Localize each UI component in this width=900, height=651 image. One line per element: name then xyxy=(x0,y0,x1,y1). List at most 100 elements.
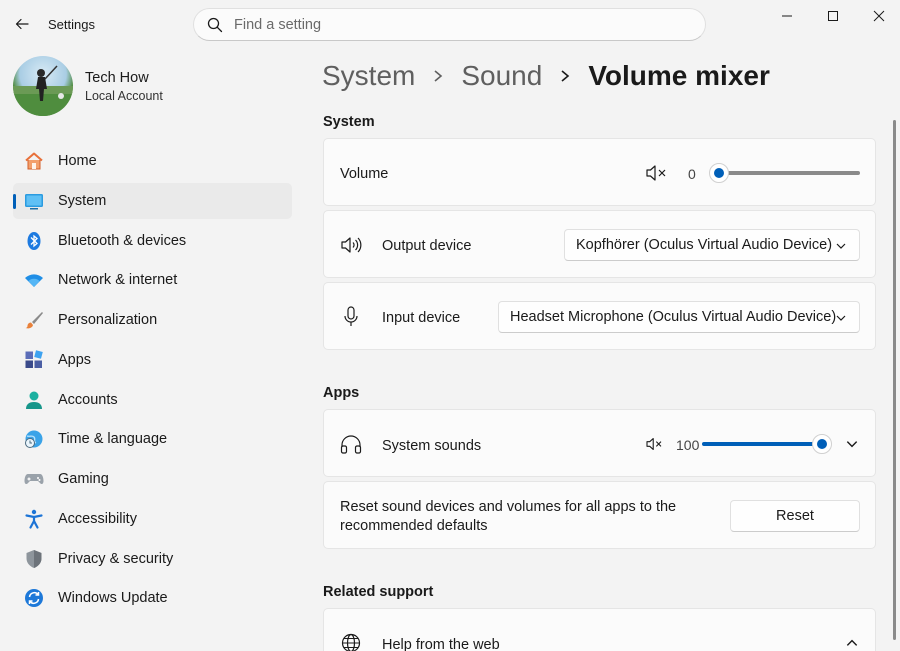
section-title-system: System xyxy=(323,114,375,130)
scrollbar[interactable] xyxy=(893,120,896,640)
volume-card: Volume 0 xyxy=(323,138,876,206)
breadcrumb-sound[interactable]: Sound xyxy=(461,60,542,92)
sidebar-item-label: Personalization xyxy=(58,312,158,328)
home-icon xyxy=(23,150,45,172)
close-icon xyxy=(873,10,885,22)
chevron-right-icon xyxy=(559,69,571,83)
speaker-muted-icon xyxy=(646,165,666,181)
minimize-icon xyxy=(782,15,792,17)
sidebar-item-label: Bluetooth & devices xyxy=(58,232,187,249)
sidebar-item-label: Apps xyxy=(58,351,92,368)
bluetooth-icon xyxy=(23,230,45,252)
accounts-icon xyxy=(23,389,45,411)
maximize-button[interactable] xyxy=(810,0,856,32)
back-button[interactable] xyxy=(8,10,36,38)
output-device-card: Output device Kopfhörer (Oculus Virtual … xyxy=(323,210,876,278)
profile-name: Tech How xyxy=(85,70,149,86)
reset-description: Reset sound devices and volumes for all … xyxy=(340,499,677,534)
system-icon xyxy=(23,190,45,212)
maximize-icon xyxy=(828,11,838,21)
input-device-selected: Headset Microphone (Oculus Virtual Audio… xyxy=(510,309,837,325)
app-title: Settings xyxy=(48,17,95,32)
sidebar-item-privacy-security[interactable]: Privacy & security xyxy=(13,541,292,577)
sidebar-item-bluetooth[interactable]: Bluetooth & devices xyxy=(13,223,292,259)
update-icon xyxy=(23,587,45,609)
sidebar-item-label: Time & language xyxy=(58,431,168,448)
sidebar-item-label: Accessibility xyxy=(58,510,137,527)
section-title-apps: Apps xyxy=(323,385,360,401)
chevron-down-icon xyxy=(836,315,846,321)
sidebar-item-system[interactable]: System xyxy=(13,182,292,219)
sidebar-item-label: System xyxy=(58,192,107,209)
output-device-dropdown[interactable]: Kopfhörer (Oculus Virtual Audio Device) xyxy=(564,229,860,261)
input-device-dropdown[interactable]: Headset Microphone (Oculus Virtual Audio… xyxy=(498,301,860,333)
minimize-button[interactable] xyxy=(764,0,810,32)
sidebar-item-label: Network & internet xyxy=(58,272,178,289)
gamepad-icon xyxy=(23,468,45,490)
help-from-web-label: Help from the web xyxy=(382,637,500,651)
chevron-down-icon xyxy=(846,441,858,448)
globe-clock-icon xyxy=(23,428,45,450)
search-box[interactable] xyxy=(193,8,706,41)
volume-label: Volume xyxy=(340,166,389,182)
sidebar-item-label: Home xyxy=(58,153,97,169)
avatar xyxy=(13,56,73,116)
speaker-muted-icon xyxy=(646,438,662,450)
globe-icon xyxy=(340,632,362,651)
input-device-card: Input device Headset Microphone (Oculus … xyxy=(323,282,876,350)
sidebar-item-label: Gaming xyxy=(58,471,109,487)
sidebar-item-home[interactable]: Home xyxy=(13,143,292,179)
shield-icon xyxy=(23,548,45,570)
brush-icon xyxy=(23,309,45,331)
collapse-button[interactable] xyxy=(838,629,866,651)
microphone-icon xyxy=(340,306,362,328)
system-sounds-slider-fill[interactable] xyxy=(702,442,820,446)
wifi-icon xyxy=(23,269,45,291)
breadcrumb: System Sound Volume mixer xyxy=(322,56,770,96)
volume-slider-thumb[interactable] xyxy=(709,163,729,183)
sidebar-nav: Home System Bluetooth & devices Network … xyxy=(13,143,292,620)
system-sounds-mute-button[interactable] xyxy=(640,430,668,458)
system-sounds-card: System sounds 100 xyxy=(323,409,876,477)
sidebar-item-apps[interactable]: Apps xyxy=(13,342,292,378)
breadcrumb-system[interactable]: System xyxy=(322,60,415,92)
title-bar: Settings xyxy=(0,0,900,48)
output-device-label: Output device xyxy=(382,238,472,254)
chevron-right-icon xyxy=(432,69,444,83)
chevron-down-icon xyxy=(836,243,846,249)
chevron-up-icon xyxy=(846,639,858,646)
expand-button[interactable] xyxy=(838,430,866,458)
arrow-left-icon xyxy=(15,18,29,30)
mute-toggle-button[interactable] xyxy=(642,159,670,187)
system-sounds-slider-thumb[interactable] xyxy=(812,434,832,454)
sidebar-item-time-language[interactable]: Time & language xyxy=(13,421,292,457)
sidebar-item-personalization[interactable]: Personalization xyxy=(13,302,292,338)
user-profile[interactable]: Tech How Local Account xyxy=(13,56,293,116)
breadcrumb-current: Volume mixer xyxy=(588,60,770,91)
help-from-web-card[interactable]: Help from the web xyxy=(323,608,876,651)
sidebar-item-gaming[interactable]: Gaming xyxy=(13,461,292,497)
close-button[interactable] xyxy=(856,0,900,32)
sidebar-item-network[interactable]: Network & internet xyxy=(13,262,292,298)
search-input[interactable] xyxy=(234,16,674,33)
apps-icon xyxy=(23,349,45,371)
system-sounds-label: System sounds xyxy=(382,438,482,454)
sidebar-item-accessibility[interactable]: Accessibility xyxy=(13,501,292,537)
reset-button[interactable]: Reset xyxy=(730,500,860,532)
sidebar-item-windows-update[interactable]: Windows Update xyxy=(13,580,292,616)
sidebar-item-label: Accounts xyxy=(58,391,118,408)
speaker-icon xyxy=(340,234,362,256)
profile-account-type: Local Account xyxy=(85,89,163,103)
output-device-selected: Kopfhörer (Oculus Virtual Audio Device) xyxy=(576,237,833,253)
sidebar-item-label: Windows Update xyxy=(58,590,168,607)
system-sounds-value: 100 xyxy=(676,437,700,453)
section-title-related-support: Related support xyxy=(323,584,434,600)
sidebar-item-label: Privacy & security xyxy=(58,550,174,567)
volume-slider-track[interactable] xyxy=(720,171,860,175)
volume-value: 0 xyxy=(688,166,696,182)
accessibility-icon xyxy=(23,508,45,530)
headphones-icon xyxy=(340,433,362,455)
input-device-label: Input device xyxy=(382,310,461,326)
search-icon xyxy=(206,16,224,34)
sidebar-item-accounts[interactable]: Accounts xyxy=(13,382,292,418)
